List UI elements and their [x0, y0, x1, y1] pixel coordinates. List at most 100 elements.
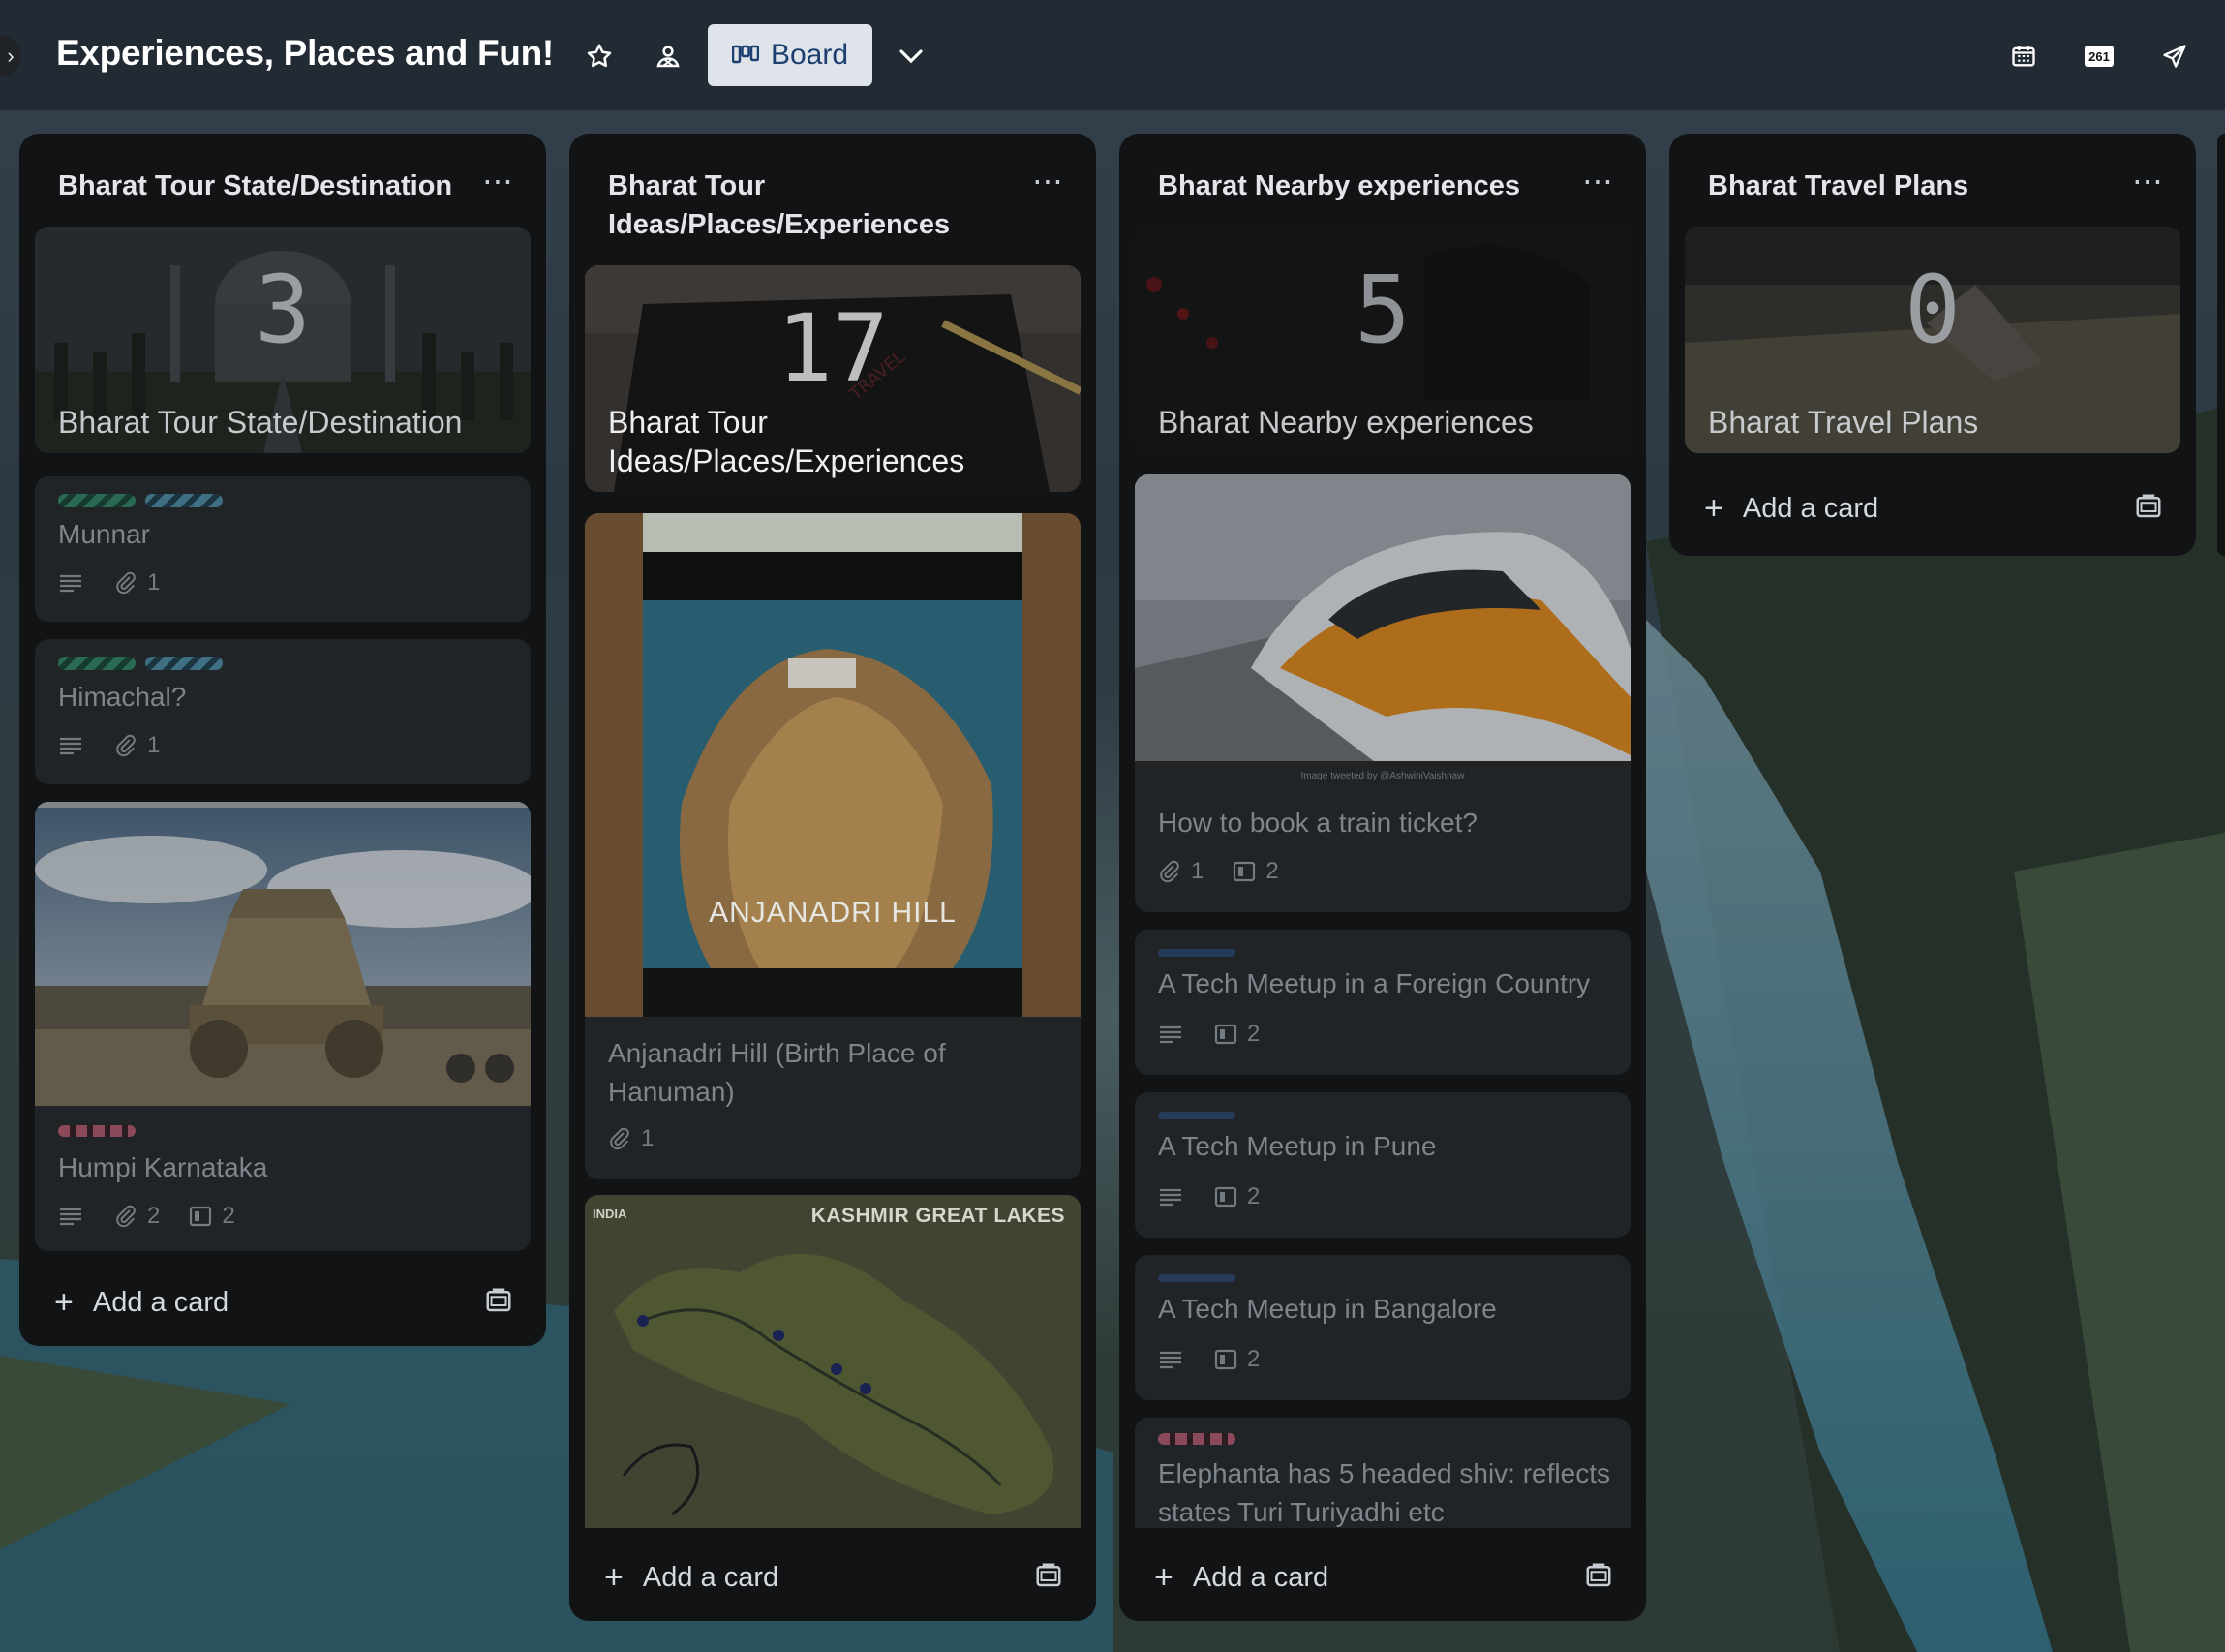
label-pink[interactable] — [58, 1125, 136, 1137]
attachment-badge: 1 — [114, 569, 160, 597]
image-dim-overlay — [585, 513, 1081, 1017]
add-card-button[interactable]: + Add a card — [1154, 1559, 1328, 1597]
cover-count: 3 — [255, 256, 311, 364]
card-labels[interactable] — [1158, 949, 1235, 957]
label-teal[interactable] — [145, 657, 223, 670]
calendar-power-up-button[interactable] — [2002, 35, 2045, 77]
checklist-badge: 2 — [1233, 858, 1279, 885]
label-green[interactable] — [58, 657, 136, 670]
calendar-icon — [2012, 46, 2035, 67]
chevron-down-icon — [899, 49, 923, 64]
checklist-count: 2 — [1247, 1346, 1261, 1372]
card-tech-meetup-pune[interactable]: A Tech Meetup in Pune 2 — [1135, 1092, 1631, 1238]
cover-count: 17 — [777, 294, 889, 403]
card-badges: 2 2 — [58, 1203, 235, 1230]
card-labels[interactable] — [58, 1125, 136, 1137]
list-menu-button[interactable]: ⋯ — [482, 163, 515, 199]
card-title: Anjanadri Hill (Birth Place of Hanuman) — [608, 1038, 946, 1107]
checklist-badge: 2 — [1214, 1183, 1260, 1210]
card-title: Munnar — [58, 519, 150, 549]
card-himachal[interactable]: Himachal? 1 — [35, 639, 531, 784]
label-navy[interactable] — [1158, 1274, 1235, 1282]
list-menu-button[interactable]: ⋯ — [1032, 163, 1065, 199]
card-humpi-karnataka[interactable]: Humpi Karnataka 2 2 — [35, 802, 531, 1251]
card-labels[interactable] — [1158, 1274, 1235, 1282]
card-title: A Tech Meetup in Pune — [1158, 1131, 1437, 1161]
card-template-icon[interactable] — [2134, 492, 2163, 521]
card-tech-meetup-bangalore[interactable]: A Tech Meetup in Bangalore 2 — [1135, 1255, 1631, 1400]
card-template-icon[interactable] — [1584, 1561, 1613, 1590]
label-navy[interactable] — [1158, 949, 1235, 957]
card-badges: 2 — [1158, 1346, 1260, 1373]
card-labels[interactable] — [1158, 1433, 1235, 1445]
label-navy[interactable] — [1158, 1112, 1235, 1119]
checklist-icon — [1214, 1349, 1237, 1370]
image-dim-overlay — [35, 802, 531, 1106]
plus-icon: + — [54, 1284, 74, 1321]
image-dim-overlay — [585, 1195, 1081, 1528]
attachment-count: 1 — [1191, 858, 1204, 884]
attachment-count: 2 — [147, 1203, 161, 1229]
paperclip-icon — [1160, 860, 1179, 883]
board-view-button[interactable]: Board — [708, 24, 872, 86]
label-pink[interactable] — [1158, 1433, 1235, 1445]
cover-card-title: Bharat Tour State/Destination — [58, 405, 463, 440]
power-up-261-button[interactable]: 261 — [2078, 35, 2120, 77]
add-card-button[interactable]: + Add a card — [1704, 490, 1878, 528]
list-menu-button[interactable]: ⋯ — [1582, 163, 1615, 199]
description-icon — [60, 574, 81, 593]
card-munnar[interactable]: Munnar 1 — [35, 476, 531, 622]
card-tech-meetup-foreign[interactable]: A Tech Meetup in a Foreign Country 2 — [1135, 930, 1631, 1075]
label-green[interactable] — [58, 494, 136, 507]
label-teal[interactable] — [145, 494, 223, 507]
checklist-icon — [190, 1206, 212, 1227]
card-train-ticket[interactable]: Image tweeted by @AshwiniVaishnaw How to… — [1135, 474, 1631, 912]
list-cover-card[interactable]: TRAVEL 17 Bharat Tour Ideas/Places/Exper… — [585, 265, 1081, 492]
list-menu-button[interactable]: ⋯ — [2132, 163, 2165, 199]
description-icon — [1160, 1351, 1181, 1369]
checklist-badge: 2 — [189, 1203, 235, 1230]
list-cover-card[interactable]: 5 Bharat Nearby experiences — [1135, 227, 1631, 453]
card-badges: 2 — [1158, 1021, 1260, 1048]
attachment-badge: 1 — [114, 732, 160, 759]
workspace-visibility-button[interactable] — [647, 35, 689, 77]
description-icon — [1160, 1025, 1181, 1044]
list-bharat-tour-state: Bharat Tour State/Destination ⋯ 3 Bharat… — [19, 134, 546, 1346]
description-icon — [60, 737, 81, 755]
card-template-icon[interactable] — [1034, 1561, 1063, 1590]
list-cover-card[interactable]: 3 Bharat Tour State/Destination — [35, 227, 531, 453]
list-title[interactable]: Bharat Tour Ideas/Places/Experiences — [608, 167, 995, 244]
list-title[interactable]: Bharat Tour State/Destination — [58, 167, 452, 205]
card-kashmir-great-lakes[interactable]: INDIA KASHMIR GREAT LAKES — [585, 1195, 1081, 1528]
card-labels[interactable] — [58, 657, 223, 670]
star-button[interactable] — [578, 35, 621, 77]
board-view-icon — [731, 45, 759, 64]
next-list-edge[interactable] — [2217, 134, 2225, 556]
attachment-count: 1 — [147, 732, 161, 758]
checklist-count: 2 — [222, 1203, 235, 1229]
card-anjanadri-hill[interactable]: ANJANADRI HILL Anjanadri Hill (Birth Pla… — [585, 513, 1081, 1179]
list-cover-card[interactable]: 0 Bharat Travel Plans — [1685, 227, 2180, 453]
add-card-button[interactable]: + Add a card — [604, 1559, 778, 1597]
view-switcher-button[interactable] — [890, 35, 932, 77]
card-template-icon[interactable] — [484, 1286, 513, 1315]
card-labels[interactable] — [1158, 1112, 1235, 1119]
checklist-count: 2 — [1247, 1183, 1261, 1209]
card-elephanta[interactable]: Elephanta has 5 headed shiv: reflects st… — [1135, 1418, 1631, 1528]
sidebar-expand-button[interactable]: › — [0, 35, 21, 77]
paperclip-icon — [116, 734, 136, 757]
card-title: A Tech Meetup in a Foreign Country — [1158, 968, 1591, 998]
list-title[interactable]: Bharat Travel Plans — [1708, 167, 1968, 205]
card-labels[interactable] — [58, 494, 223, 507]
checklist-count: 2 — [1247, 1021, 1261, 1047]
plus-icon: + — [1704, 490, 1723, 527]
board-title[interactable]: Experiences, Places and Fun! — [56, 33, 554, 74]
card-badges: 1 — [608, 1125, 654, 1152]
card-badges: 1 2 — [1158, 858, 1279, 885]
card-badges: 2 — [1158, 1183, 1260, 1210]
cover-count: 5 — [1355, 256, 1411, 364]
add-card-button[interactable]: + Add a card — [54, 1284, 229, 1322]
map-header-left: INDIA — [593, 1207, 627, 1221]
share-button[interactable] — [2153, 35, 2196, 77]
list-title[interactable]: Bharat Nearby experiences — [1158, 167, 1520, 205]
